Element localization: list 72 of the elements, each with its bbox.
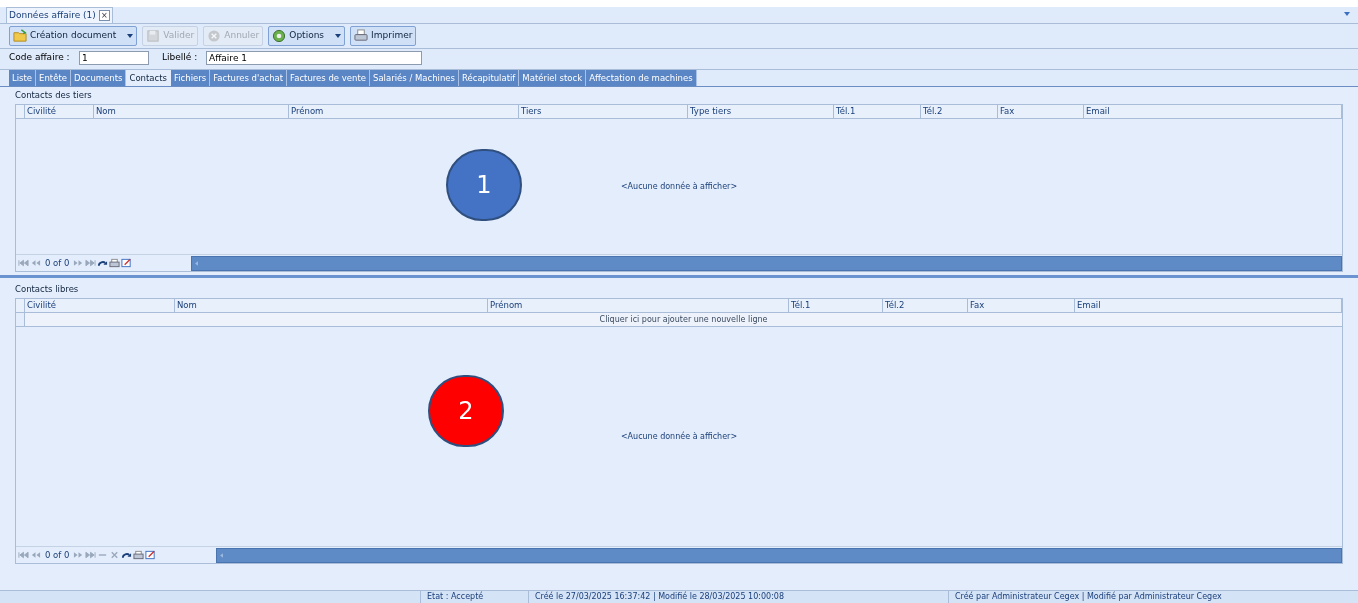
section-title: Contacts libres <box>15 283 79 296</box>
caret-icon <box>127 34 134 38</box>
cancel-icon <box>207 29 222 43</box>
column-header[interactable]: Email <box>1075 299 1342 312</box>
edit-icon[interactable] <box>121 258 133 268</box>
column-header[interactable]: Prénom <box>289 105 519 118</box>
section-title: Contacts des tiers <box>15 89 92 102</box>
tab[interactable]: Contacts <box>126 70 171 86</box>
column-header[interactable]: Nom <box>94 105 289 118</box>
page-counter: 0 of 0 <box>44 256 71 270</box>
first-page-icon[interactable] <box>18 258 29 268</box>
toolbar-button[interactable]: Options <box>268 26 346 46</box>
tab[interactable]: Fichiers <box>170 70 211 86</box>
dropdown-icon[interactable] <box>1344 12 1350 16</box>
empty-message: <Aucune donnée à afficher> <box>620 430 738 443</box>
scroll-left-icon[interactable] <box>220 552 224 558</box>
caret-icon <box>335 34 342 38</box>
status-text: Créé par Administrateur Cegex | Modifié par Administrateur Cegex <box>948 591 1358 603</box>
column-header[interactable]: Tél.2 <box>921 105 998 118</box>
gear-icon <box>272 29 287 43</box>
tab[interactable]: Factures d'achat <box>210 70 288 86</box>
toolbar-button[interactable]: Imprimer <box>350 26 417 46</box>
tab[interactable]: Récapitulatif <box>459 70 520 86</box>
printer-icon[interactable] <box>109 258 121 268</box>
column-header[interactable]: Type tiers <box>688 105 834 118</box>
column-header[interactable]: Tél.1 <box>789 299 883 312</box>
close-button[interactable]: × <box>98 10 110 21</box>
number-marker: 1 <box>446 149 522 221</box>
last-page-icon[interactable] <box>85 550 97 560</box>
column-header[interactable]: Tiers <box>519 105 688 118</box>
column-header[interactable]: Civilité <box>25 299 175 312</box>
column-header[interactable]: Fax <box>968 299 1075 312</box>
tab[interactable]: Entête <box>36 70 71 86</box>
tab[interactable]: Salariés / Machines <box>370 70 459 86</box>
number-marker: 2 <box>428 374 504 447</box>
tab[interactable]: Matériel stock <box>519 70 587 86</box>
field-label: Code affaire : <box>9 51 71 65</box>
column-header[interactable]: Nom <box>175 299 488 312</box>
field-label: Libellé : <box>162 51 199 65</box>
status-text: Etat : Accepté <box>420 591 528 603</box>
empty-message: <Aucune donnée à afficher> <box>620 180 738 193</box>
tab[interactable]: Documents <box>71 70 127 86</box>
printer-icon <box>354 29 369 43</box>
page-counter: 0 of 0 <box>44 548 71 562</box>
redo-icon[interactable] <box>121 550 133 560</box>
previous-page-icon[interactable] <box>30 258 41 268</box>
tab[interactable]: Liste <box>9 70 37 86</box>
horizontal-scrollbar[interactable] <box>191 255 1342 271</box>
redo-icon[interactable] <box>97 258 109 268</box>
horizontal-scrollbar[interactable] <box>216 547 1342 563</box>
scroll-left-icon[interactable] <box>195 260 199 266</box>
first-page-icon[interactable] <box>18 550 29 560</box>
input-field[interactable]: 1 <box>79 51 149 65</box>
tab[interactable]: Factures de vente <box>287 70 370 86</box>
printer-icon[interactable] <box>133 550 145 560</box>
column-header[interactable]: Civilité <box>25 105 94 118</box>
document-tab-title: Données affaire (1) <box>9 8 96 22</box>
status-text: Créé le 27/03/2025 16:37:42 | Modifié le 28/03/2025 10:00:08 <box>528 591 948 603</box>
folder-icon <box>13 29 27 43</box>
save-icon <box>146 29 161 43</box>
column-header[interactable]: Tél.2 <box>883 299 968 312</box>
column-header[interactable]: Prénom <box>488 299 789 312</box>
column-header[interactable]: Fax <box>998 105 1084 118</box>
toolbar-button[interactable]: Création document <box>9 26 138 46</box>
document-tab[interactable]: Données affaire (1) × <box>6 7 113 23</box>
column-header[interactable]: Tél.1 <box>834 105 921 118</box>
edit-icon[interactable] <box>145 550 157 560</box>
tab[interactable]: Affectation de machines <box>586 70 697 86</box>
previous-page-icon[interactable] <box>30 550 41 560</box>
column-header[interactable]: Email <box>1084 105 1342 118</box>
new-row-prompt[interactable]: Cliquer ici pour ajouter une nouvelle ligne <box>25 313 1342 326</box>
input-field[interactable]: Affaire 1 <box>206 51 422 65</box>
